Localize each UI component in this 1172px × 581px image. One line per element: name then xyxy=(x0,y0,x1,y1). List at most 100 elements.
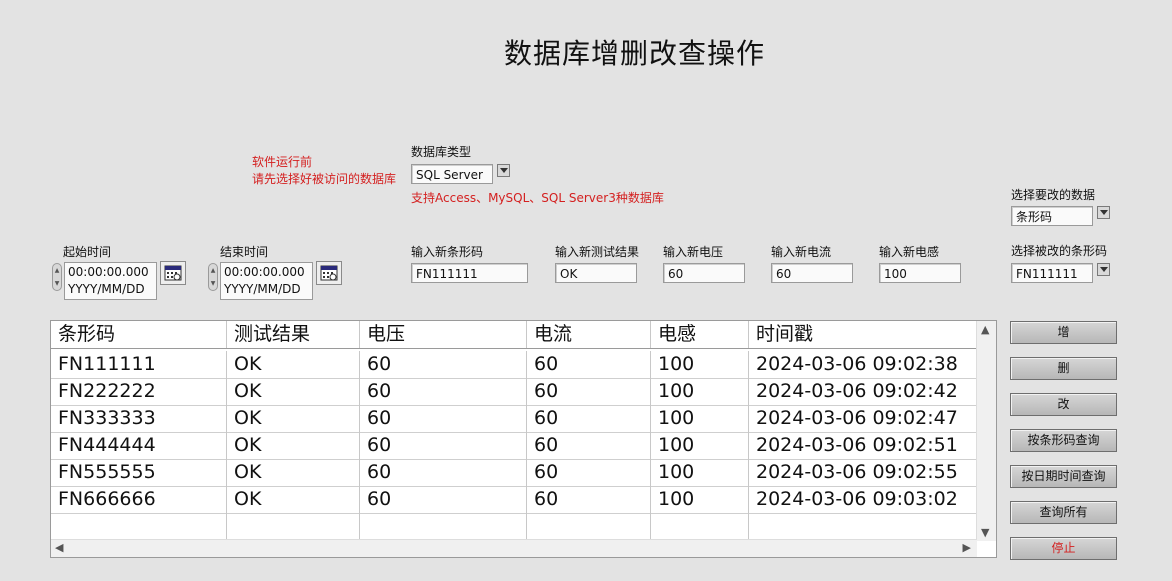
table-cell: 2024-03-06 09:02:51 xyxy=(756,434,958,456)
calendar-icon[interactable] xyxy=(316,261,342,285)
table-cell: FN222222 xyxy=(51,378,227,405)
select-modify-label: 选择要改的数据 xyxy=(1011,188,1096,202)
table-row[interactable]: FN222222 OK 60 60 100 2024-03-06 09:02:4… xyxy=(51,378,977,405)
table-row[interactable]: FN333333 OK 60 60 100 2024-03-06 09:02:4… xyxy=(51,405,977,432)
stop-button[interactable]: 停止 xyxy=(1010,537,1117,560)
chevron-down-icon[interactable] xyxy=(1097,263,1110,276)
query-barcode-button[interactable]: 按条形码查询 xyxy=(1010,429,1117,452)
new-result-label: 输入新测试结果 xyxy=(555,245,640,259)
table-cell xyxy=(651,513,749,540)
table-cell: 60 xyxy=(360,351,527,378)
chevron-left-icon[interactable]: ◀ xyxy=(55,541,63,554)
table-cell: OK xyxy=(227,378,360,405)
note-run-before: 软件运行前 xyxy=(252,155,313,169)
table-cell xyxy=(360,513,527,540)
table-row[interactable]: FN666666 OK 60 60 100 2024-03-06 09:03:0… xyxy=(51,486,977,513)
table-row[interactable]: FN555555 OK 60 60 100 2024-03-06 09:02:5… xyxy=(51,459,977,486)
new-current-input[interactable]: 60 xyxy=(771,263,853,283)
table-row[interactable]: FN111111 OK 60 60 100 2024-03-06 09:02:3… xyxy=(51,351,977,378)
spinner-icon[interactable]: ▲ ▼ xyxy=(208,263,218,291)
table-cell xyxy=(749,513,977,540)
chevron-up-icon[interactable]: ▲ xyxy=(981,323,989,336)
column-header: 电压 xyxy=(360,321,527,348)
table-cell: 60 xyxy=(527,486,651,513)
end-time-label: 结束时间 xyxy=(220,245,269,259)
select-barcode-field[interactable]: FN111111 xyxy=(1011,263,1093,283)
table-cell xyxy=(51,513,227,540)
table-cell: 100 xyxy=(651,378,749,405)
start-time-value: 00:00:00.000 xyxy=(68,265,149,279)
table-cell: FN555555 xyxy=(51,459,227,486)
chevron-down-icon[interactable] xyxy=(497,164,510,177)
query-all-button[interactable]: 查询所有 xyxy=(1010,501,1117,524)
table-cell: 60 xyxy=(527,351,651,378)
end-time-value: 00:00:00.000 xyxy=(224,265,305,279)
table-row[interactable] xyxy=(51,513,977,540)
table-cell: 2024-03-06 09:02:55 xyxy=(756,461,958,483)
note-supported-dbs: 支持Access、MySQL、SQL Server3种数据库 xyxy=(411,191,664,205)
calendar-icon[interactable] xyxy=(160,261,186,285)
table-cell: OK xyxy=(227,351,360,378)
db-type-label: 数据库类型 xyxy=(411,145,472,159)
table-cell: 60 xyxy=(527,459,651,486)
table-cell: FN333333 xyxy=(51,405,227,432)
end-time-field[interactable]: 00:00:00.000 YYYY/MM/DD xyxy=(220,262,313,300)
table-cell: 100 xyxy=(651,459,749,486)
vertical-scrollbar[interactable]: ▲ ▼ xyxy=(976,321,996,541)
start-time-label: 起始时间 xyxy=(63,245,112,259)
chevron-right-icon[interactable]: ▶ xyxy=(963,541,971,554)
table-cell: 60 xyxy=(527,432,651,459)
delete-button[interactable]: 删 xyxy=(1010,357,1117,380)
table-cell: 60 xyxy=(360,432,527,459)
new-voltage-label: 输入新电压 xyxy=(663,245,724,259)
table-cell: 60 xyxy=(360,378,527,405)
new-voltage-input[interactable]: 60 xyxy=(663,263,745,283)
table-cell: OK xyxy=(227,405,360,432)
column-header: 测试结果 xyxy=(227,321,360,348)
new-barcode-label: 输入新条形码 xyxy=(411,245,484,259)
table-cell: 60 xyxy=(360,405,527,432)
start-time-field[interactable]: 00:00:00.000 YYYY/MM/DD xyxy=(64,262,157,300)
select-barcode-label: 选择被改的条形码 xyxy=(1011,244,1108,258)
modify-button[interactable]: 改 xyxy=(1010,393,1117,416)
table-cell: FN111111 xyxy=(51,351,227,378)
table-row[interactable]: FN444444 OK 60 60 100 2024-03-06 09:02:5… xyxy=(51,432,977,459)
table-cell: OK xyxy=(227,486,360,513)
table-cell: 60 xyxy=(360,486,527,513)
table-cell: 2024-03-06 09:02:42 xyxy=(756,380,958,402)
new-current-label: 输入新电流 xyxy=(771,245,832,259)
add-button[interactable]: 增 xyxy=(1010,321,1117,344)
new-inductance-label: 输入新电感 xyxy=(879,245,940,259)
column-header: 电流 xyxy=(527,321,651,348)
horizontal-scrollbar[interactable]: ◀ ▶ xyxy=(51,539,977,557)
table-cell: 60 xyxy=(527,378,651,405)
data-table[interactable]: 条形码 测试结果 电压 电流 电感 时间戳 FN111111 OK 60 60 … xyxy=(50,320,997,558)
start-date-value: YYYY/MM/DD xyxy=(68,282,145,296)
table-cell: FN666666 xyxy=(51,486,227,513)
table-cell: 100 xyxy=(651,486,749,513)
table-cell: 60 xyxy=(527,405,651,432)
column-header: 条形码 xyxy=(51,321,227,348)
table-cell: 2024-03-06 09:02:38 xyxy=(756,353,958,375)
chevron-down-icon[interactable] xyxy=(1097,206,1110,219)
spinner-icon[interactable]: ▲ ▼ xyxy=(52,263,62,291)
chevron-down-icon[interactable]: ▼ xyxy=(981,526,989,539)
db-type-select[interactable]: SQL Server xyxy=(411,164,493,184)
table-cell: OK xyxy=(227,459,360,486)
table-cell: 100 xyxy=(651,432,749,459)
table-header: 条形码 测试结果 电压 电流 电感 时间戳 xyxy=(51,321,977,348)
table-cell: FN444444 xyxy=(51,432,227,459)
table-cell: OK xyxy=(227,432,360,459)
column-header: 电感 xyxy=(651,321,749,348)
table-cell xyxy=(227,513,360,540)
table-cell: 2024-03-06 09:02:47 xyxy=(756,407,958,429)
table-cell: 100 xyxy=(651,405,749,432)
new-barcode-input[interactable]: FN111111 xyxy=(411,263,528,283)
new-inductance-input[interactable]: 100 xyxy=(879,263,961,283)
table-cell: 100 xyxy=(651,351,749,378)
table-cell xyxy=(527,513,651,540)
select-modify-field[interactable]: 条形码 xyxy=(1011,206,1093,226)
query-datetime-button[interactable]: 按日期时间查询 xyxy=(1010,465,1117,488)
table-cell: 2024-03-06 09:03:02 xyxy=(756,488,958,510)
new-result-input[interactable]: OK xyxy=(555,263,637,283)
